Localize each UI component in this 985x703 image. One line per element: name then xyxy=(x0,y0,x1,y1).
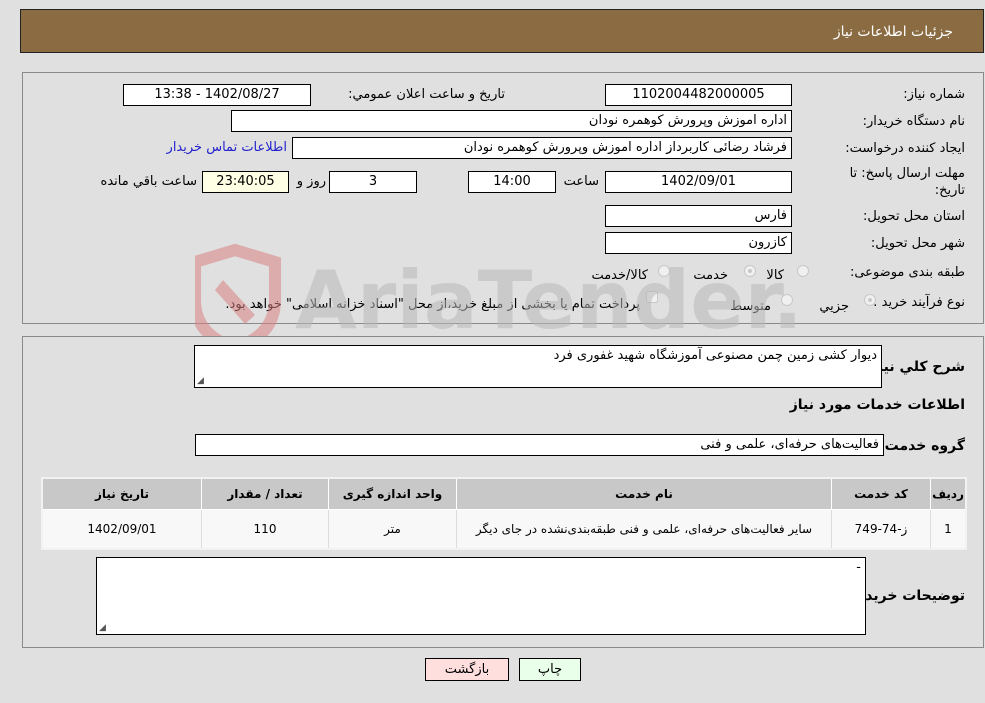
cell-need-date: 1402/09/01 xyxy=(41,509,202,550)
days-remaining-field: 3 xyxy=(329,171,417,193)
category-option-goods: کالا xyxy=(766,268,784,283)
cell-service-name: سایر فعالیت‌های حرفه‌ای، علمی و فنی طبقه… xyxy=(456,509,832,550)
category-label: طبقه بندی موضوعی: xyxy=(849,265,965,280)
province-label: استان محل تحویل: xyxy=(863,209,965,224)
cell-unit: متر xyxy=(328,509,457,550)
announce-datetime-field: 1402/08/27 - 13:38 xyxy=(123,84,311,106)
back-button[interactable]: بازگشت xyxy=(425,658,509,681)
print-button[interactable]: چاپ xyxy=(519,658,581,681)
deadline-time-label: ساعت xyxy=(563,174,599,189)
days-label: روز و xyxy=(296,174,326,189)
header-row-number: ردیف xyxy=(930,477,967,510)
time-remaining-label: ساعت باقي مانده xyxy=(100,174,197,189)
header-service-name: نام خدمت xyxy=(456,477,832,510)
province-field: فارس xyxy=(605,205,792,227)
buyer-org-field: اداره اموزش وپرورش کوهمره نودان xyxy=(231,110,792,132)
header-service-code: کد خدمت xyxy=(831,477,931,510)
services-section-title: اطلاعات خدمات مورد نیاز xyxy=(789,397,965,413)
cell-row-number: 1 xyxy=(930,509,967,550)
category-option-goods-service: کالا/خدمت xyxy=(591,268,648,283)
requester-field: فرشاد رضائی کاربرداز اداره اموزش وپرورش … xyxy=(292,137,792,159)
service-group-field: فعالیت‌های حرفه‌ای، علمی و فنی xyxy=(195,434,884,456)
description-panel: شرح کلي نیاز: دیوار کشی زمین چمن مصنوعی … xyxy=(22,336,984,648)
need-info-panel: شماره نیاز: 1102004482000005 تاریخ و ساع… xyxy=(22,72,984,324)
table-row: 1 ز-74-749 سایر فعالیت‌های حرفه‌ای، علمی… xyxy=(41,509,967,550)
announce-datetime-label: تاریخ و ساعت اعلان عمومي: xyxy=(348,87,505,102)
buyer-contact-link[interactable]: اطلاعات تماس خریدار xyxy=(167,140,287,155)
header-need-date: تاریخ نیاز xyxy=(41,477,202,510)
need-number-label: شماره نیاز: xyxy=(903,87,965,102)
resize-grip-icon[interactable]: ◢ xyxy=(197,376,204,386)
deadline-time-field: 14:00 xyxy=(468,171,556,193)
header-unit: واحد اندازه گیری xyxy=(328,477,457,510)
treasury-bonds-checkbox[interactable] xyxy=(646,291,658,303)
table-header-row: ردیف کد خدمت نام خدمت واحد اندازه گیری ت… xyxy=(41,477,967,510)
deadline-label: مهلت ارسال پاسخ: تا تاریخ: xyxy=(849,166,965,198)
city-field: کازرون xyxy=(605,232,792,254)
category-option-service: خدمت xyxy=(693,268,728,283)
category-radio-goods[interactable] xyxy=(797,265,809,277)
category-radio-service[interactable] xyxy=(744,265,756,277)
category-radio-goods-service[interactable] xyxy=(658,265,670,277)
resize-grip-icon[interactable]: ◢ xyxy=(99,623,106,633)
need-number-field: 1102004482000005 xyxy=(605,84,792,106)
purchase-type-option-minor: جزيي xyxy=(819,299,849,314)
purchase-type-option-medium: متوسط xyxy=(730,299,771,314)
purchase-type-radio-medium[interactable] xyxy=(781,294,793,306)
requester-label: ایجاد کننده درخواست: xyxy=(845,141,965,156)
description-text: دیوار کشی زمین چمن مصنوعی آموزشگاه شهید … xyxy=(553,348,877,363)
deadline-date-field: 1402/09/01 xyxy=(605,171,792,193)
cell-service-code: ز-74-749 xyxy=(831,509,931,550)
services-table: ردیف کد خدمت نام خدمت واحد اندازه گیری ت… xyxy=(41,477,967,550)
buyer-notes-text: - xyxy=(856,560,861,575)
header-quantity: تعداد / مقدار xyxy=(201,477,329,510)
buyer-notes-textarea[interactable]: - ◢ xyxy=(96,557,866,635)
treasury-bonds-note: پرداخت تمام یا بخشی از مبلغ خرید،از محل … xyxy=(225,297,640,312)
city-label: شهر محل تحویل: xyxy=(870,236,965,251)
service-group-label: گروه خدمت: xyxy=(879,438,965,454)
page-title: جزئیات اطلاعات نیاز xyxy=(833,24,953,40)
buyer-org-label: نام دستگاه خریدار: xyxy=(862,114,965,129)
page-header: جزئیات اطلاعات نیاز xyxy=(20,9,984,53)
cell-quantity: 110 xyxy=(201,509,329,550)
description-textarea[interactable]: دیوار کشی زمین چمن مصنوعی آموزشگاه شهید … xyxy=(194,345,882,388)
time-remaining-field: 23:40:05 xyxy=(202,171,289,193)
purchase-type-label: نوع فرآیند خرید : xyxy=(873,295,965,310)
purchase-type-radio-minor[interactable] xyxy=(864,294,876,306)
